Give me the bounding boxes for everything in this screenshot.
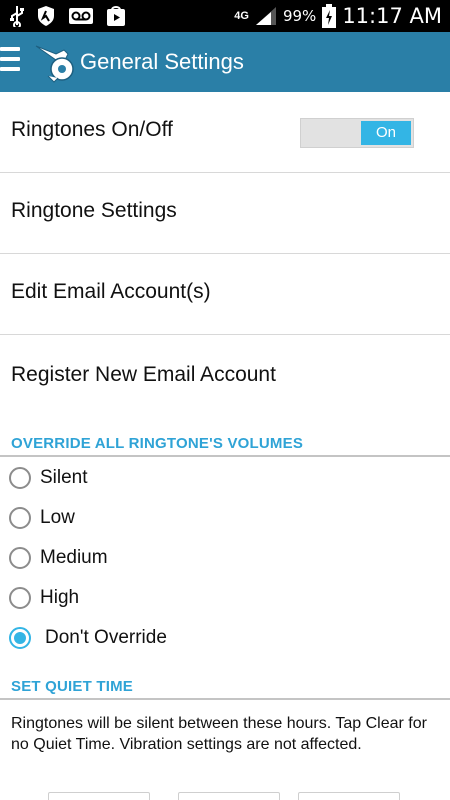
ringtone-settings-item[interactable]: Ringtone Settings <box>0 173 450 254</box>
menu-icon[interactable] <box>0 47 20 77</box>
radio-button[interactable] <box>9 587 31 609</box>
action-bar: General Settings <box>0 32 450 92</box>
shield-icon <box>38 6 54 26</box>
quiet-clear-button[interactable] <box>298 792 400 800</box>
ringtones-switch[interactable]: On <box>300 118 414 148</box>
radio-option-low[interactable]: Low <box>0 498 450 538</box>
play-store-icon <box>107 6 125 26</box>
register-email-item[interactable]: Register New Email Account <box>0 335 450 416</box>
radio-button[interactable] <box>9 547 31 569</box>
radio-button[interactable] <box>9 507 31 529</box>
ringtones-toggle-row[interactable]: Ringtones On/Off On <box>0 92 450 173</box>
usb-icon <box>10 6 24 27</box>
radio-label: Low <box>40 507 75 528</box>
edit-email-item[interactable]: Edit Email Account(s) <box>0 254 450 335</box>
status-bar: 4G 99% 11:17 AM <box>0 0 450 32</box>
ringtones-label: Ringtones On/Off <box>11 118 173 141</box>
radio-option-dont-override[interactable]: Don't Override <box>0 618 450 658</box>
radio-label: Medium <box>40 547 108 568</box>
radio-label: Don't Override <box>45 627 167 648</box>
quiet-time-description: Ringtones will be silent between these h… <box>11 715 427 753</box>
radio-option-silent[interactable]: Silent <box>0 458 450 498</box>
radio-option-medium[interactable]: Medium <box>0 538 450 578</box>
ringtone-settings-label: Ringtone Settings <box>11 199 177 222</box>
override-volumes-header: OVERRIDE ALL RINGTONE'S VOLUMES <box>0 435 450 457</box>
edit-email-label: Edit Email Account(s) <box>11 280 211 303</box>
radio-button[interactable] <box>9 467 31 489</box>
quiet-start-button[interactable] <box>48 792 150 800</box>
app-logo[interactable] <box>34 40 76 84</box>
register-email-label: Register New Email Account <box>11 363 276 386</box>
radio-label: Silent <box>40 467 88 488</box>
network-type: 4G <box>234 9 249 22</box>
page-title: General Settings <box>80 49 244 74</box>
clock: 11:17 AM <box>342 4 442 28</box>
switch-thumb: On <box>361 121 411 145</box>
radio-button-selected[interactable] <box>9 627 31 649</box>
battery-percent: 99% <box>282 7 317 25</box>
quiet-time-title: SET QUIET TIME <box>11 678 133 695</box>
signal-icon <box>255 7 276 25</box>
radio-option-high[interactable]: High <box>0 578 450 618</box>
voicemail-icon <box>69 8 93 24</box>
quiet-end-button[interactable] <box>178 792 280 800</box>
override-volumes-title: OVERRIDE ALL RINGTONE'S VOLUMES <box>11 435 304 452</box>
battery-charging-icon <box>322 4 337 28</box>
radio-label: High <box>40 587 80 608</box>
quiet-time-header: SET QUIET TIME <box>0 678 450 700</box>
system-status: 4G 99% 11:17 AM <box>234 2 442 30</box>
notification-icons <box>10 5 126 27</box>
